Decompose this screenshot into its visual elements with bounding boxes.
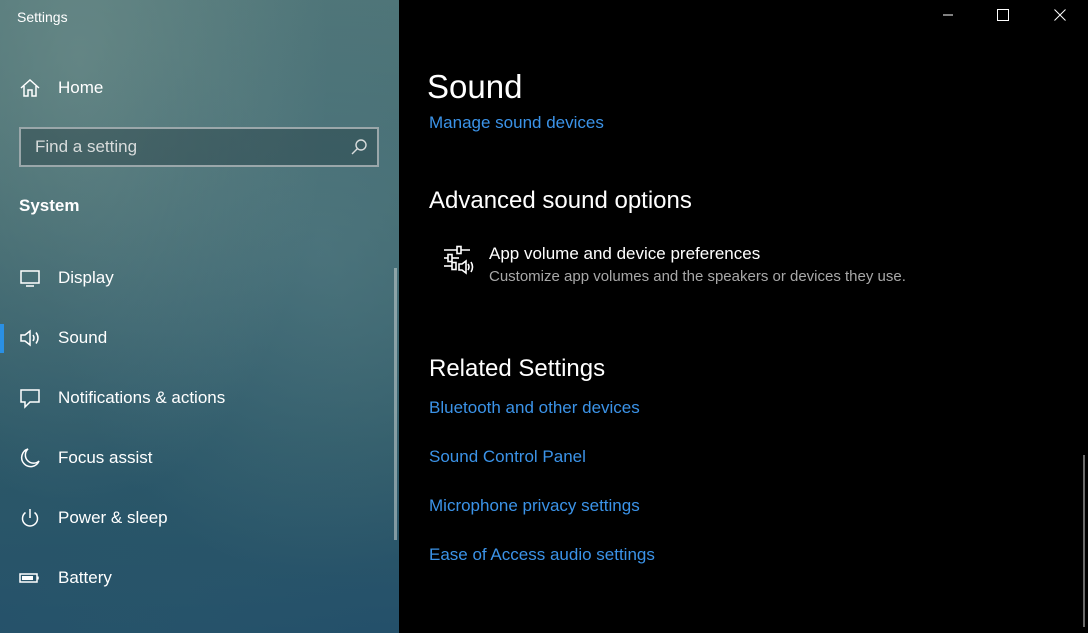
main-pane: Sound Manage sound devices Advanced soun… (399, 0, 1088, 633)
sidebar-item-label: Notifications & actions (58, 388, 226, 407)
sidebar-item-label: Battery (58, 568, 112, 587)
sidebar-item-focus-assist[interactable]: Focus assist (0, 436, 394, 480)
app-volume-preferences-item[interactable]: App volume and device preferences Custom… (439, 240, 999, 292)
manage-sound-devices-link[interactable]: Manage sound devices (429, 113, 604, 133)
page-title: Sound (427, 68, 523, 105)
sound-control-panel-link[interactable]: Sound Control Panel (429, 447, 586, 467)
selection-indicator (0, 324, 4, 353)
related-settings-heading: Related Settings (429, 355, 606, 382)
app-volume-mixer-icon (443, 244, 475, 276)
sidebar-item-power-sleep[interactable]: Power & sleep (0, 496, 394, 540)
minimize-icon (942, 8, 954, 26)
sidebar-item-label: Power & sleep (58, 508, 168, 527)
notification-icon (19, 387, 41, 409)
sidebar-item-label: Sound (58, 328, 108, 347)
sidebar-scrollbar[interactable] (394, 268, 397, 540)
app-title: Settings (17, 9, 68, 25)
maximize-button[interactable] (975, 0, 1031, 34)
close-button[interactable] (1032, 0, 1088, 34)
sidebar: Settings Home System (0, 0, 399, 633)
nav-home[interactable]: Home (0, 68, 399, 108)
advanced-sound-heading: Advanced sound options (429, 187, 692, 214)
app-volume-title: App volume and device preferences (489, 244, 761, 263)
moon-icon (19, 447, 41, 469)
microphone-privacy-link[interactable]: Microphone privacy settings (429, 496, 640, 516)
battery-icon (19, 567, 41, 589)
display-icon (19, 267, 41, 289)
main-scrollbar[interactable] (1083, 455, 1085, 627)
speaker-icon (19, 327, 41, 349)
sidebar-item-notifications[interactable]: Notifications & actions (0, 376, 394, 420)
maximize-icon (997, 8, 1009, 26)
sidebar-item-display[interactable]: Display (0, 256, 394, 300)
home-icon (19, 77, 41, 99)
power-icon (19, 507, 41, 529)
search-icon[interactable] (350, 138, 368, 156)
app-volume-description: Customize app volumes and the speakers o… (489, 268, 906, 285)
search-input[interactable] (21, 129, 355, 165)
search-box[interactable] (19, 127, 379, 167)
ease-of-access-audio-link[interactable]: Ease of Access audio settings (429, 545, 655, 565)
close-icon (1054, 8, 1066, 26)
section-title-system: System (19, 196, 80, 215)
settings-window: Settings Home System (0, 0, 1088, 633)
sidebar-item-battery[interactable]: Battery (0, 556, 394, 600)
nav-home-label: Home (58, 78, 104, 97)
sidebar-item-label: Display (58, 268, 114, 287)
minimize-button[interactable] (920, 0, 976, 34)
bluetooth-devices-link[interactable]: Bluetooth and other devices (429, 398, 640, 418)
sidebar-item-sound[interactable]: Sound (0, 316, 394, 360)
sidebar-item-label: Focus assist (58, 448, 153, 467)
